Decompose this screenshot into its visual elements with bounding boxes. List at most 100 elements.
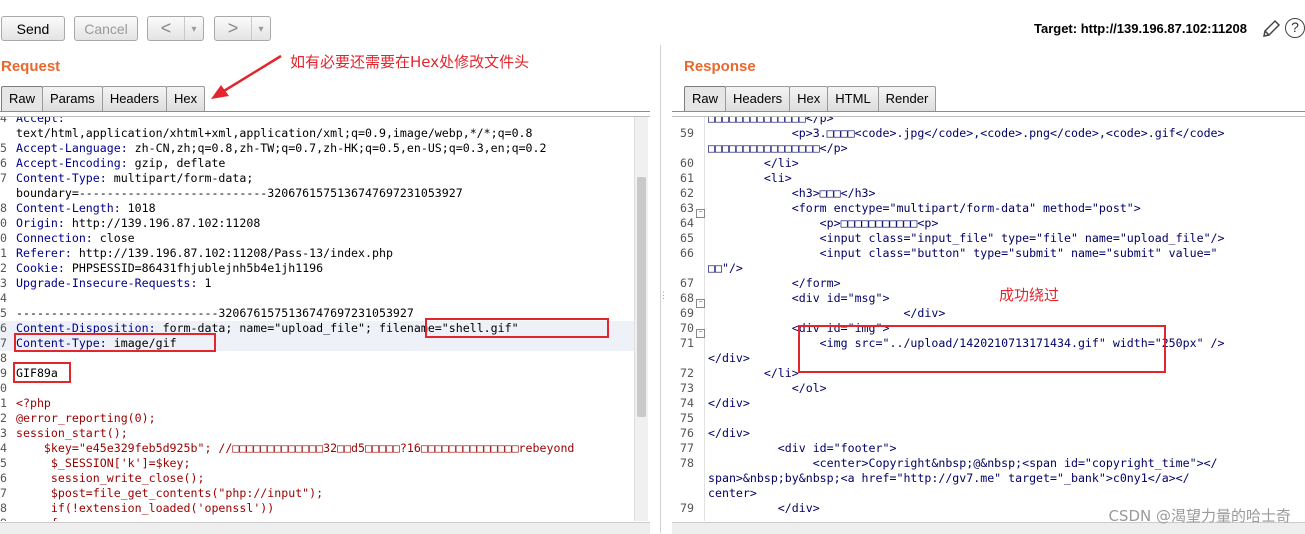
splitter-grip[interactable]: ⋮: [659, 290, 668, 306]
response-tabs: Raw Headers Hex HTML Render: [684, 86, 937, 112]
request-search-bar[interactable]: [0, 522, 650, 534]
html-source: <input class="button" type="submit" name…: [708, 246, 1218, 260]
header-value: boundary=---------------------------3206…: [16, 186, 463, 200]
header-value: 1: [197, 276, 212, 290]
html-source: □□"/>: [708, 261, 743, 275]
html-source: center>: [708, 486, 757, 500]
request-tab-params[interactable]: Params: [42, 86, 103, 112]
request-scroll-thumb[interactable]: [637, 177, 646, 417]
fold-toggle-icon[interactable]: −: [696, 329, 705, 338]
line-number: 3: [0, 276, 7, 290]
line-number: 61: [680, 171, 694, 185]
line-number: 67: [680, 276, 694, 290]
request-scrollbar[interactable]: [634, 117, 648, 521]
response-tab-hex[interactable]: Hex: [789, 86, 829, 112]
response-tab-raw[interactable]: Raw: [684, 86, 727, 112]
back-button[interactable]: < ▾: [147, 16, 204, 41]
request-line: 9 {: [0, 516, 634, 521]
response-line: 62 <h3>□□□</h3>: [672, 186, 1305, 201]
header-name: Cookie:: [16, 261, 65, 275]
watermark: CSDN @渴望力量的哈士奇: [1108, 507, 1291, 525]
line-number: 8: [0, 201, 7, 215]
response-line: 74 </div>: [672, 396, 1305, 411]
request-tab-hex[interactable]: Hex: [165, 86, 206, 112]
header-value: $key="e45e329feb5d925b"; //□□□□□□□□□□□□□…: [16, 441, 575, 455]
line-number: 6: [0, 321, 7, 335]
pane-splitter[interactable]: [660, 45, 661, 533]
request-tab-divider: [0, 111, 650, 112]
chevron-down-icon[interactable]: ▾: [251, 17, 270, 40]
header-name: Connection:: [16, 231, 93, 245]
request-line: 4: [0, 291, 634, 306]
html-source: <li>: [708, 171, 792, 185]
back-arrow-icon: <: [160, 18, 172, 38]
html-source: </div>: [708, 306, 946, 320]
cancel-button[interactable]: Cancel: [74, 16, 138, 41]
response-line: 69 </div>: [672, 306, 1305, 321]
html-source: <input class="input_file" type="file" na…: [708, 231, 1225, 245]
content-type-highlight-box: [14, 333, 216, 352]
send-button[interactable]: Send: [1, 16, 65, 41]
gif-header-highlight-box: [13, 362, 71, 383]
header-value: $_SESSION['k']=$key;: [16, 456, 191, 470]
header-value: 1018: [120, 201, 156, 215]
html-source: □□□□□□□□□□□□□□</p>: [708, 116, 834, 125]
request-line: 7 Content-Type: multipart/form-data;: [0, 171, 634, 186]
help-icon[interactable]: ?: [1285, 18, 1305, 38]
request-tab-raw[interactable]: Raw: [1, 86, 44, 112]
response-line: 67 </form>: [672, 276, 1305, 291]
pencil-icon[interactable]: [1260, 18, 1282, 40]
response-line: span>&nbsp;by&nbsp;<a href="http://gv7.m…: [672, 471, 1305, 486]
response-tab-render[interactable]: Render: [877, 86, 937, 112]
response-line: 65 <input class="input_file" type="file"…: [672, 231, 1305, 246]
line-number: 4: [0, 291, 7, 305]
html-source: <div id="footer">: [708, 441, 897, 455]
response-line: 73 </ol>: [672, 381, 1305, 396]
request-line: boundary=---------------------------3206…: [0, 186, 634, 201]
html-source: </div>: [708, 396, 750, 410]
line-number: 78: [680, 456, 694, 470]
line-number: 64: [680, 216, 694, 230]
request-line: 5 $_SESSION['k']=$key;: [0, 456, 634, 471]
header-value: multipart/form-data;: [106, 171, 254, 185]
header-value: {: [16, 516, 58, 521]
header-name: Origin:: [16, 216, 65, 230]
line-number: 7: [0, 336, 7, 350]
html-source: □□□□□□□□□□□□□□□□</p>: [708, 141, 848, 155]
request-line: 2 @error_reporting(0);: [0, 411, 634, 426]
request-line: text/html,application/xhtml+xml,applicat…: [0, 126, 634, 141]
html-source: <h3>□□□</h3>: [708, 186, 876, 200]
line-number: 0: [0, 381, 7, 395]
line-number: 76: [680, 426, 694, 440]
response-editor[interactable]: □□□□□□□□□□□□□□</p> 59 <p>3.□□□□<code>.jpg…: [672, 116, 1305, 521]
fold-toggle-icon[interactable]: −: [696, 299, 705, 308]
request-line: 8 Content-Length: 1018: [0, 201, 634, 216]
line-number: 3: [0, 426, 7, 440]
line-number: 7: [0, 171, 7, 185]
html-source: </li>: [708, 156, 799, 170]
response-line: 64 <p>□□□□□□□□□□□<p>: [672, 216, 1305, 231]
line-number: 5: [0, 456, 7, 470]
request-line: 3 session_start();: [0, 426, 634, 441]
html-source: <p>3.□□□□<code>.jpg</code>,<code>.png</c…: [708, 126, 1225, 140]
header-value: close: [92, 231, 135, 245]
line-number: 74: [680, 396, 694, 410]
forward-button[interactable]: > ▾: [214, 16, 271, 41]
request-tab-headers[interactable]: Headers: [101, 86, 167, 112]
line-number: 60: [680, 156, 694, 170]
annotation-arrow: [211, 54, 282, 99]
request-line: 8 if(!extension_loaded('openssl')): [0, 501, 634, 516]
line-number: 6: [0, 156, 7, 170]
line-number: 63: [680, 201, 694, 215]
fold-toggle-icon[interactable]: −: [696, 209, 705, 218]
html-source: </div>: [708, 426, 750, 440]
response-tab-divider: [672, 111, 1305, 112]
line-number: 1: [0, 396, 7, 410]
line-number: 77: [680, 441, 694, 455]
response-tab-headers[interactable]: Headers: [725, 86, 791, 112]
html-source: <form enctype="multipart/form-data" meth…: [708, 201, 1141, 215]
response-tab-html[interactable]: HTML: [827, 86, 879, 112]
request-line: 1 Referer: http://139.196.87.102:11208/Pa…: [0, 246, 634, 261]
chevron-down-icon[interactable]: ▾: [184, 17, 203, 40]
header-name: Referer:: [16, 246, 72, 260]
